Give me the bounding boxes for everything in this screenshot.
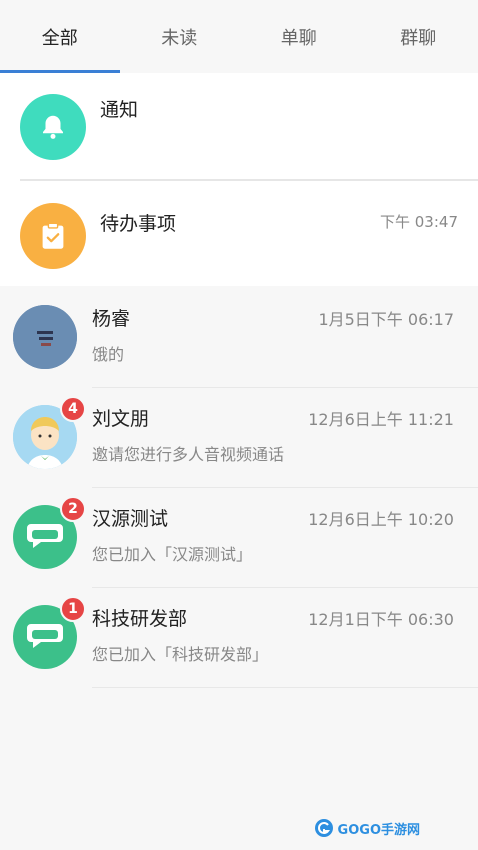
chat-name: 汉源测试 bbox=[92, 508, 169, 530]
todo-title: 待办事项 bbox=[100, 213, 177, 235]
watermark: GOGO手游网 bbox=[314, 818, 420, 838]
chat-time: 12月6日上午 10:20 bbox=[308, 510, 454, 529]
chat-item[interactable]: 4 刘文朋 邀请您进行多人音视频通话 12月6日上午 11:21 bbox=[0, 388, 478, 488]
avatar bbox=[13, 305, 77, 369]
chat-message: 邀请您进行多人音视频通话 bbox=[92, 445, 285, 464]
chat-item[interactable]: 1 科技研发部 您已加入「科技研发部」 12月1日下午 06:30 bbox=[0, 588, 478, 688]
chat-name: 科技研发部 bbox=[92, 608, 188, 630]
watermark-logo-icon bbox=[314, 819, 333, 837]
clipboard-check-icon bbox=[20, 203, 86, 269]
unread-badge: 4 bbox=[60, 396, 86, 422]
unread-badge: 1 bbox=[60, 596, 86, 622]
chat-name: 杨睿 bbox=[92, 308, 131, 330]
tab-group[interactable]: 群聊 bbox=[359, 0, 478, 73]
tab-private[interactable]: 单聊 bbox=[239, 0, 359, 73]
chat-item[interactable]: 杨睿 饿的 1月5日下午 06:17 bbox=[0, 288, 478, 388]
pinned-section: 通知 待办事项 下午 03:47 bbox=[0, 73, 478, 286]
chat-message: 您已加入「汉源测试」 bbox=[92, 545, 253, 564]
chat-message: 饿的 bbox=[92, 345, 125, 364]
divider bbox=[92, 687, 478, 688]
todo-item[interactable]: 待办事项 下午 03:47 bbox=[0, 180, 478, 286]
watermark-text: GOGO手游网 bbox=[337, 822, 420, 838]
bell-icon bbox=[20, 94, 86, 160]
tab-bar: 全部 未读 单聊 群聊 bbox=[0, 0, 478, 73]
notice-title: 通知 bbox=[100, 99, 139, 121]
todo-time: 下午 03:47 bbox=[380, 213, 458, 231]
chat-time: 12月1日下午 06:30 bbox=[308, 610, 454, 629]
chat-time: 12月6日上午 11:21 bbox=[308, 410, 454, 429]
notice-item[interactable]: 通知 bbox=[0, 73, 478, 179]
unread-badge: 2 bbox=[60, 496, 86, 522]
chat-item[interactable]: 2 汉源测试 您已加入「汉源测试」 12月6日上午 10:20 bbox=[0, 488, 478, 588]
tab-unread[interactable]: 未读 bbox=[120, 0, 240, 73]
chat-time: 1月5日下午 06:17 bbox=[318, 310, 454, 329]
chat-name: 刘文朋 bbox=[92, 408, 150, 430]
tab-all[interactable]: 全部 bbox=[0, 0, 120, 73]
chat-message: 您已加入「科技研发部」 bbox=[92, 645, 269, 664]
